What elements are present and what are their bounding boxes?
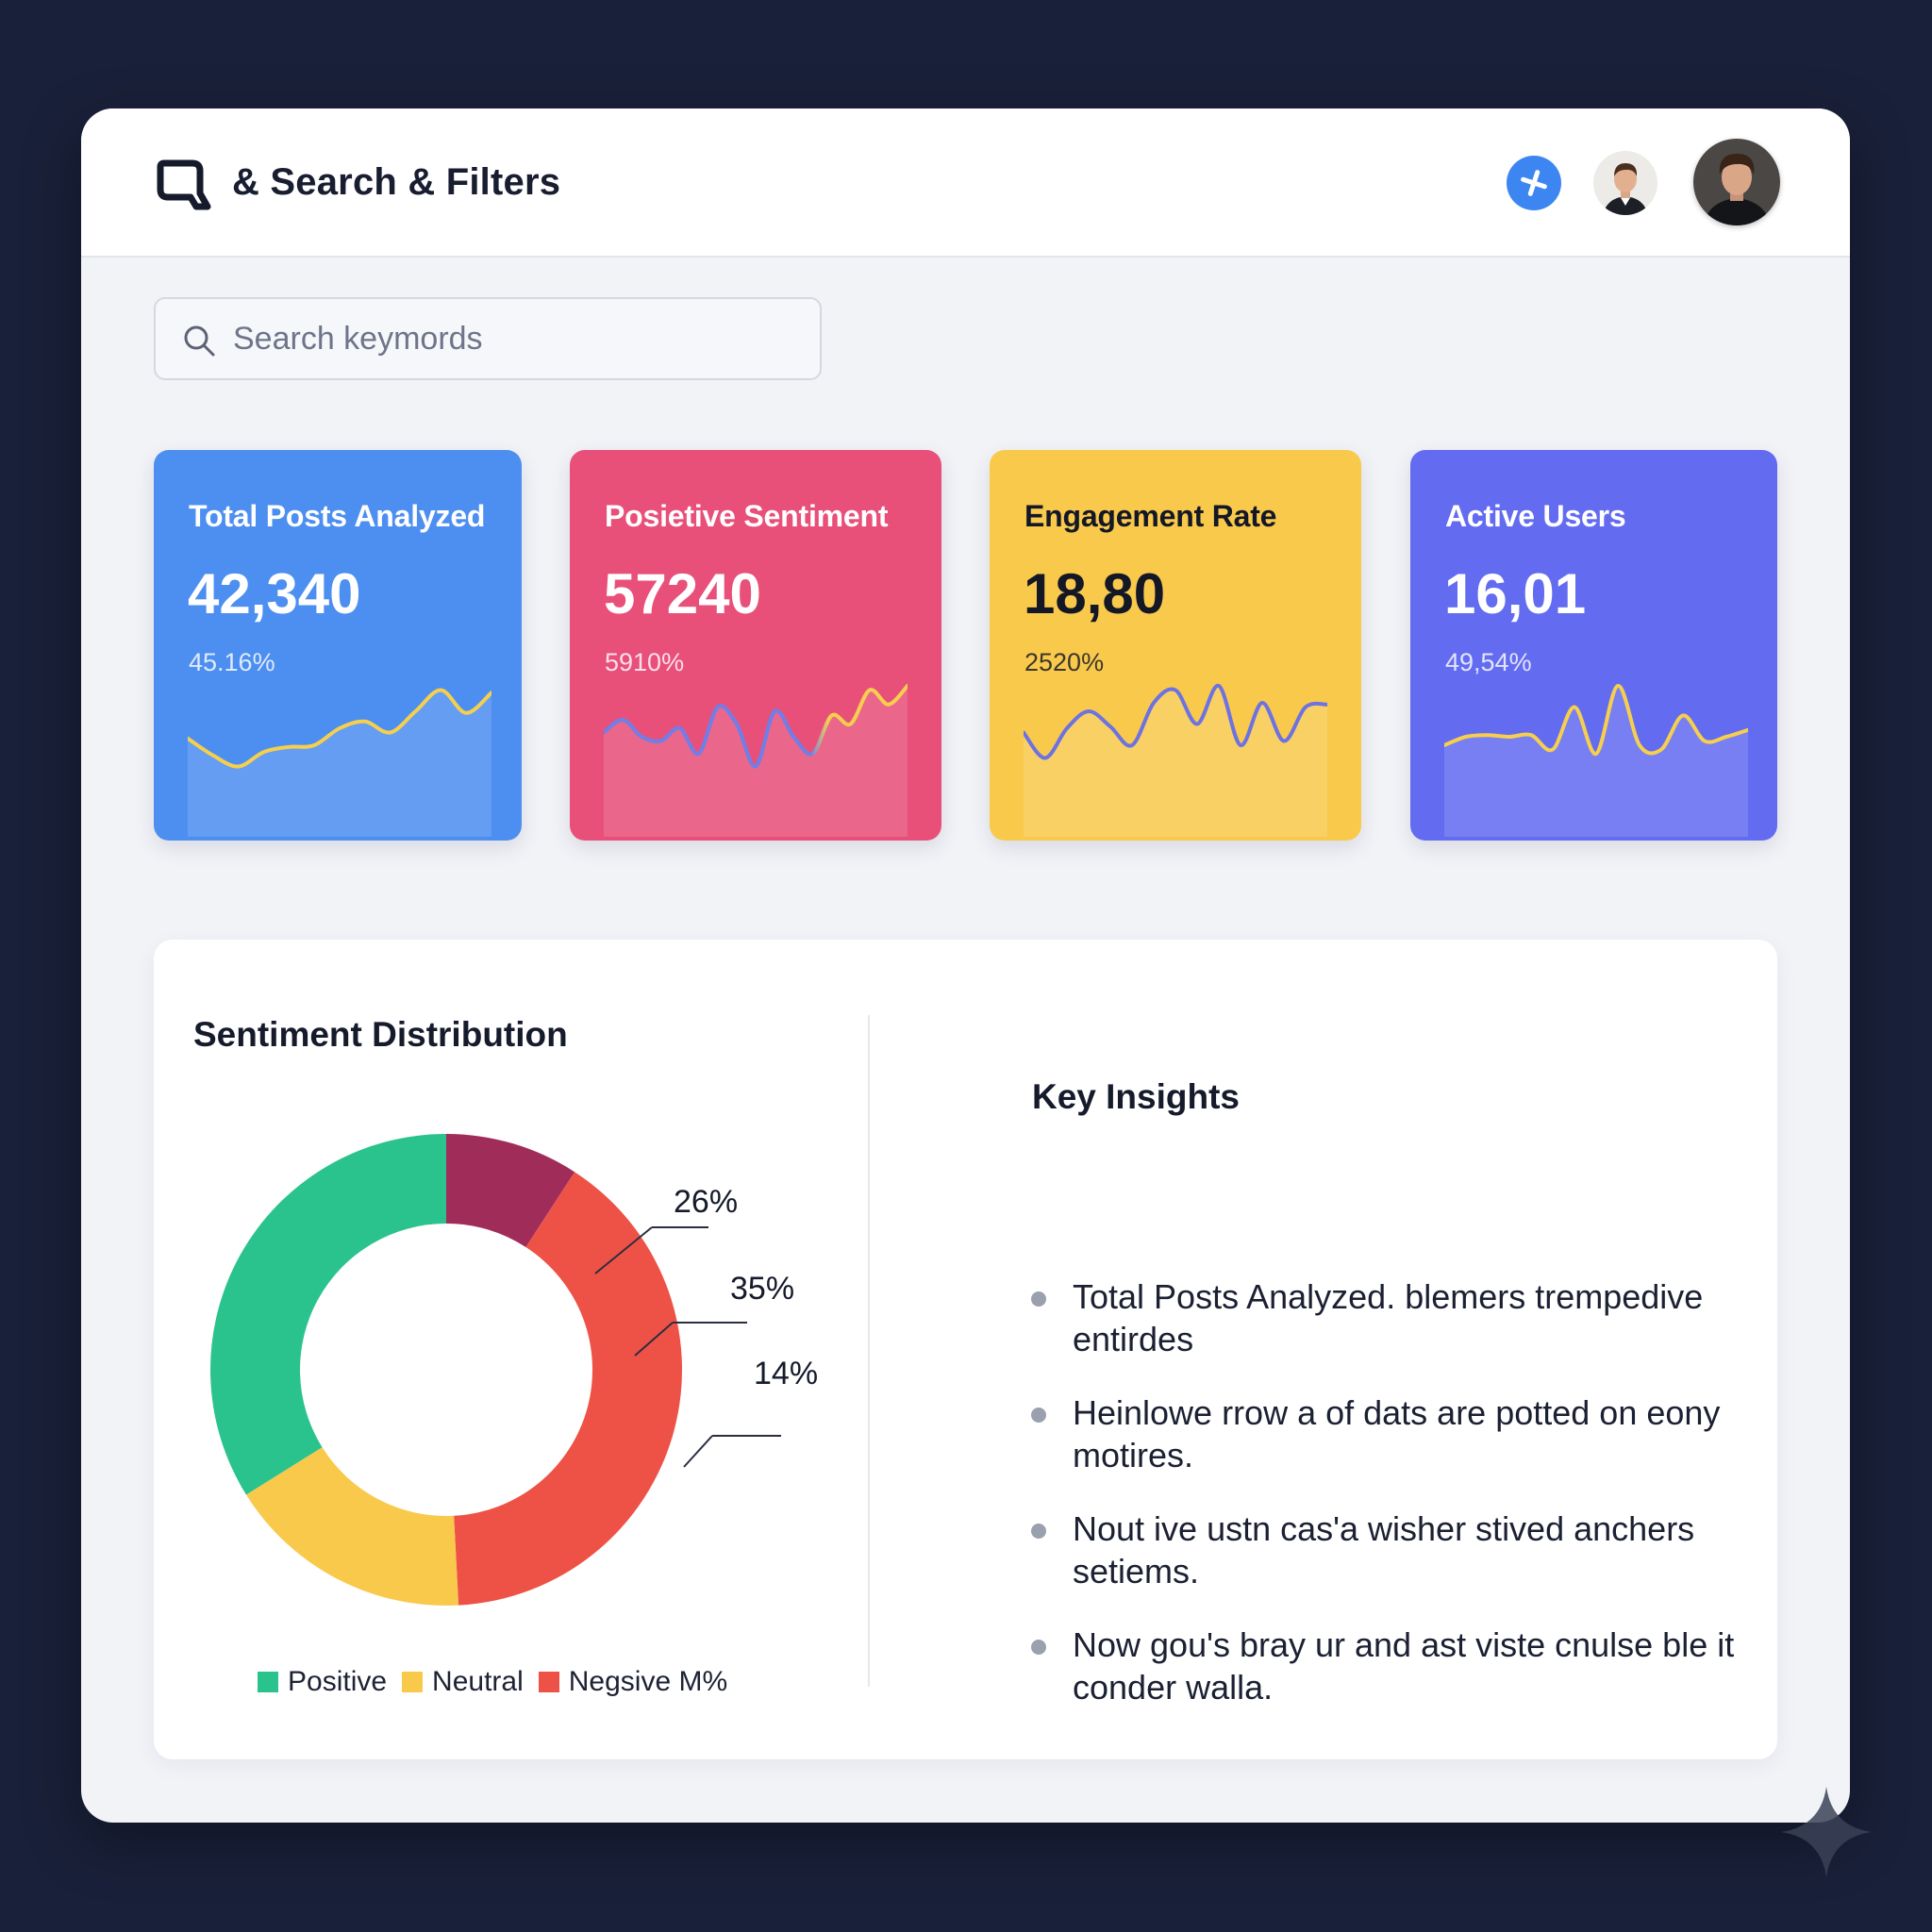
plus-icon [1521, 170, 1547, 196]
app-window: & Search & Filters Search keymords Total… [81, 108, 1850, 1823]
legend-item-neutral: Neutral [402, 1666, 524, 1698]
legend-label: Neutral [432, 1666, 524, 1697]
insight-text: Heinlowe rrow a of dats are potted on eo… [1073, 1393, 1721, 1474]
bullet-icon [1031, 1291, 1046, 1307]
card-title: Total Posts Analyzed [189, 499, 486, 533]
panel-divider [868, 1015, 870, 1687]
legend-label: Positive [288, 1666, 388, 1697]
donut-label: 26% [674, 1184, 738, 1220]
insight-item: Total Posts Analyzed. blemers trempedive… [1031, 1275, 1748, 1360]
insights-title: Key Insights [1032, 1077, 1240, 1116]
add-button[interactable] [1507, 156, 1561, 210]
sentiment-donut-chart: 26% 35% 14% [210, 1134, 818, 1606]
insight-text: Total Posts Analyzed. blemers trempedive… [1073, 1277, 1704, 1358]
sparkline-area [188, 690, 491, 837]
sparkle-icon [1781, 1787, 1872, 1877]
insight-item: Now gou's bray ur and ast viste cnulse b… [1031, 1624, 1748, 1708]
card-title: Posietive Sentiment [605, 499, 889, 533]
search-input[interactable] [233, 312, 799, 365]
search-logo-icon [157, 159, 211, 210]
legend-swatch [258, 1672, 278, 1692]
stat-card-engagement-rate[interactable]: Engagement Rate 18,80 2520% [990, 450, 1361, 841]
sparkline-chart [1024, 683, 1327, 837]
card-value: 16,01 [1444, 562, 1587, 625]
insight-text: Nout ive ustn cas'a wisher stived ancher… [1073, 1509, 1695, 1591]
legend-swatch [538, 1672, 559, 1692]
sparkline-chart [604, 684, 908, 837]
avatar-user-small[interactable] [1593, 151, 1657, 215]
donut-label: 14% [754, 1356, 818, 1391]
search-icon [184, 325, 215, 357]
insights-list: Total Posts Analyzed. blemers trempedive… [1031, 1275, 1748, 1740]
sparkline-chart [1444, 683, 1748, 837]
donut-label: 35% [730, 1271, 794, 1307]
header-bar: & Search & Filters [81, 108, 1850, 258]
bullet-icon [1031, 1640, 1046, 1655]
stat-card-positive-sentiment[interactable]: Posietive Sentiment 57240 5910% [570, 450, 941, 841]
bullet-icon [1031, 1524, 1046, 1539]
legend-label: Negsive M% [568, 1666, 728, 1697]
insight-text: Now gou's bray ur and ast viste cnulse b… [1073, 1625, 1735, 1707]
insight-item: Nout ive ustn cas'a wisher stived ancher… [1031, 1507, 1748, 1592]
avatar-user-profile[interactable] [1693, 139, 1780, 225]
card-title: Active Users [1445, 499, 1626, 533]
label-leader-line [683, 1435, 713, 1468]
sparkline-area [604, 686, 908, 837]
legend-item-negative: Negsive M% [538, 1666, 728, 1698]
stat-card-total-posts[interactable]: Total Posts Analyzed 42,340 45.16% [154, 450, 522, 841]
bullet-icon [1031, 1407, 1046, 1423]
sparkline-area [1024, 685, 1327, 837]
legend-item-positive: Positive [258, 1666, 387, 1698]
donut-segment-positive[interactable] [210, 1134, 446, 1495]
card-value: 18,80 [1024, 562, 1166, 625]
stat-card-active-users[interactable]: Active Users 16,01 49,54% [1410, 450, 1777, 841]
legend-swatch [402, 1672, 424, 1692]
donut-segment-negative[interactable] [454, 1172, 683, 1606]
card-value: 57240 [604, 562, 761, 625]
sparkline-area [1444, 685, 1748, 837]
card-title: Engagement Rate [1024, 499, 1277, 533]
insight-item: Heinlowe rrow a of dats are potted on eo… [1031, 1391, 1748, 1476]
search-bar[interactable] [154, 297, 822, 380]
sparkline-chart [188, 688, 491, 837]
analytics-panel: Sentiment Distribution 26% 35% 14% Posit… [154, 940, 1777, 1759]
card-value: 42,340 [188, 562, 361, 625]
sentiment-title: Sentiment Distribution [193, 1015, 568, 1054]
app-title: & Search & Filters [232, 161, 561, 203]
sentiment-legend: Positive Neutral Negsive M% [258, 1666, 742, 1698]
